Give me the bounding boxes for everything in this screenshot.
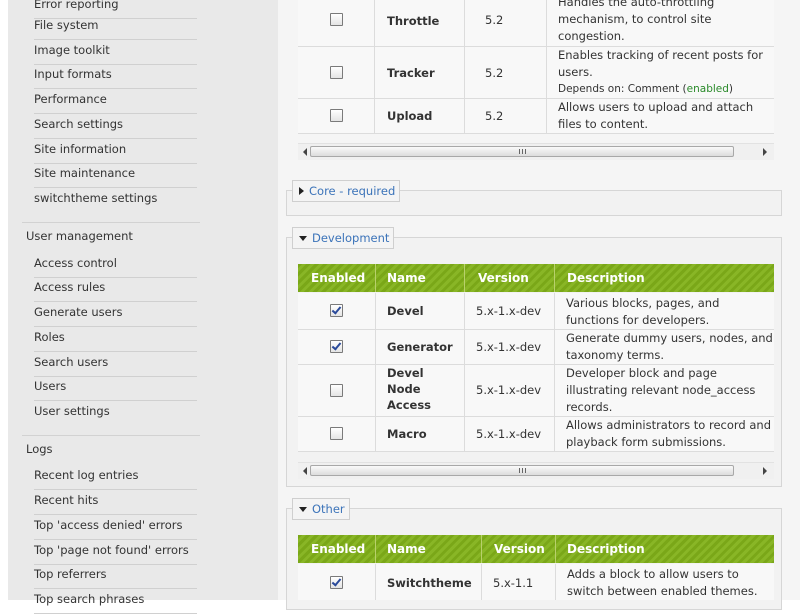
sidebar-divider bbox=[22, 435, 200, 436]
module-enable-checkbox[interactable] bbox=[330, 109, 343, 122]
module-name: Tracker bbox=[387, 66, 435, 80]
module-version: 5.x-1.x-dev bbox=[476, 427, 542, 441]
sidebar-item-recent-log-entries[interactable]: Recent log entries bbox=[34, 465, 197, 490]
module-enable-checkbox[interactable] bbox=[330, 13, 343, 26]
module-version: 5.x-1.x-dev bbox=[476, 304, 542, 318]
sidebar-item-top-referrers[interactable]: Top referrers bbox=[34, 564, 197, 589]
module-dependencies: Depends on: Comment (enabled) bbox=[558, 83, 734, 95]
module-name: Macro bbox=[387, 427, 427, 441]
sidebar-heading-logs[interactable]: Logs bbox=[26, 442, 53, 456]
table-row: Switchtheme 5.x-1.1 Adds a block to allo… bbox=[298, 564, 774, 600]
module-version: 5.2 bbox=[485, 13, 504, 27]
sidebar-item-input-formats[interactable]: Input formats bbox=[34, 64, 197, 89]
expanded-arrow-icon bbox=[299, 507, 307, 512]
module-enable-checkbox[interactable] bbox=[330, 384, 343, 397]
module-version: 5.x-1.1 bbox=[493, 576, 534, 590]
sidebar-item-access-rules[interactable]: Access rules bbox=[34, 277, 197, 302]
module-description: Various blocks, pages, and functions for … bbox=[566, 296, 720, 327]
column-header-enabled[interactable]: Enabled bbox=[298, 264, 376, 292]
table-row: Upload 5.2 Allows users to upload and at… bbox=[298, 99, 774, 134]
module-table-other: Enabled Name Version Description Switcht… bbox=[298, 535, 774, 600]
column-header-version[interactable]: Version bbox=[482, 535, 556, 563]
module-version: 5.x-1.x-dev bbox=[476, 340, 542, 354]
sidebar-item-site-maintenance[interactable]: Site maintenance bbox=[34, 163, 197, 188]
module-description: Enables tracking of recent posts for user… bbox=[558, 47, 763, 98]
horizontal-scrollbar[interactable] bbox=[298, 462, 774, 479]
table-row: Generator 5.x-1.x-dev Generate dummy use… bbox=[298, 330, 774, 365]
module-enable-checkbox[interactable] bbox=[330, 66, 343, 79]
fieldset-legend-other[interactable]: Other bbox=[292, 498, 350, 520]
fieldset-legend-core-required[interactable]: Core - required bbox=[292, 180, 401, 202]
sidebar-item-access-control[interactable]: Access control bbox=[34, 253, 197, 278]
sidebar-divider bbox=[22, 222, 200, 223]
grip-icon bbox=[519, 468, 526, 473]
scroll-right-arrow-icon[interactable] bbox=[763, 148, 767, 156]
sidebar-item-recent-hits[interactable]: Recent hits bbox=[34, 490, 197, 515]
sidebar-item-performance[interactable]: Performance bbox=[34, 89, 197, 114]
module-version: 5.2 bbox=[485, 66, 504, 80]
sidebar-item-search-users[interactable]: Search users bbox=[34, 352, 197, 377]
table-row: Macro 5.x-1.x-dev Allows administrators … bbox=[298, 417, 774, 452]
table-row: Throttle 5.2 Handles the auto-throttling… bbox=[298, 0, 774, 47]
sidebar-heading-user-management[interactable]: User management bbox=[26, 229, 133, 243]
sidebar-item-top-access-denied[interactable]: Top 'access denied' errors bbox=[34, 515, 197, 540]
module-name: Devel bbox=[387, 304, 424, 318]
module-description: Handles the auto-throttling mechanism, to… bbox=[558, 0, 715, 43]
module-description: Allows users to upload and attach files t… bbox=[558, 100, 754, 131]
scrollbar-thumb[interactable] bbox=[310, 146, 734, 157]
scroll-left-arrow-icon[interactable] bbox=[303, 148, 307, 156]
column-header-name[interactable]: Name bbox=[376, 264, 465, 292]
table-header: Enabled Name Version Description bbox=[298, 535, 774, 563]
column-header-description[interactable]: Description bbox=[556, 535, 774, 563]
column-header-version[interactable]: Version bbox=[465, 264, 555, 292]
collapsed-arrow-icon bbox=[299, 187, 304, 195]
sidebar-item-site-information[interactable]: Site information bbox=[34, 139, 197, 164]
scroll-left-arrow-icon[interactable] bbox=[303, 467, 307, 475]
table-row: Tracker 5.2 Enables tracking of recent p… bbox=[298, 47, 774, 99]
column-header-enabled[interactable]: Enabled bbox=[298, 535, 376, 563]
module-name: Generator bbox=[387, 340, 453, 354]
module-description: Generate dummy users, nodes, and taxonomy… bbox=[566, 331, 773, 362]
module-version: 5.2 bbox=[485, 109, 504, 123]
fieldset-legend-development[interactable]: Development bbox=[292, 227, 395, 249]
sidebar-item-generate-users[interactable]: Generate users bbox=[34, 302, 197, 327]
column-header-name[interactable]: Name bbox=[376, 535, 482, 563]
sidebar-item-roles[interactable]: Roles bbox=[34, 327, 197, 352]
module-description: Developer block and page illustrating rel… bbox=[566, 366, 756, 414]
module-enable-checkbox[interactable] bbox=[330, 304, 343, 317]
module-enable-checkbox[interactable] bbox=[330, 340, 343, 353]
sidebar-item-top-page-not-found[interactable]: Top 'page not found' errors bbox=[34, 540, 197, 565]
main-content: Throttle 5.2 Handles the auto-throttling… bbox=[278, 0, 800, 610]
sidebar-item-users[interactable]: Users bbox=[34, 376, 197, 401]
sidebar-item-switchtheme-settings[interactable]: switchtheme settings bbox=[34, 188, 197, 212]
module-name: Upload bbox=[387, 109, 433, 123]
module-description: Allows administrators to record and playb… bbox=[566, 418, 771, 449]
grip-icon bbox=[519, 149, 526, 154]
sidebar-item-user-settings[interactable]: User settings bbox=[34, 401, 197, 425]
module-table-upper: Throttle 5.2 Handles the auto-throttling… bbox=[298, 0, 774, 164]
sidebar-item-search-settings[interactable]: Search settings bbox=[34, 114, 197, 139]
sidebar-item-top-search-phrases[interactable]: Top search phrases bbox=[34, 589, 197, 614]
table-row: Devel Node Access 5.x-1.x-dev Developer bl… bbox=[298, 365, 774, 417]
scroll-right-arrow-icon[interactable] bbox=[763, 467, 767, 475]
module-enable-checkbox[interactable] bbox=[330, 427, 343, 440]
module-version: 5.x-1.x-dev bbox=[476, 383, 542, 397]
module-description: Adds a block to allow users to switch bet… bbox=[567, 567, 758, 598]
admin-sidebar: Error reporting File system Image toolki… bbox=[8, 0, 278, 614]
module-name: Throttle bbox=[387, 14, 440, 28]
table-row: Devel 5.x-1.x-dev Various blocks, pages,… bbox=[298, 293, 774, 330]
column-header-description[interactable]: Description bbox=[555, 264, 774, 292]
horizontal-scrollbar[interactable] bbox=[298, 143, 774, 160]
module-table-development: Enabled Name Version Description Devel 5… bbox=[298, 264, 774, 479]
scrollbar-thumb[interactable] bbox=[310, 465, 734, 476]
sidebar-item-image-toolkit[interactable]: Image toolkit bbox=[34, 40, 197, 65]
module-name: Devel Node Access bbox=[387, 366, 432, 412]
expanded-arrow-icon bbox=[299, 236, 307, 241]
table-header: Enabled Name Version Description bbox=[298, 264, 774, 292]
sidebar-item-file-system[interactable]: File system bbox=[34, 15, 197, 40]
module-name: Switchtheme bbox=[387, 576, 472, 590]
module-enable-checkbox[interactable] bbox=[330, 576, 343, 589]
